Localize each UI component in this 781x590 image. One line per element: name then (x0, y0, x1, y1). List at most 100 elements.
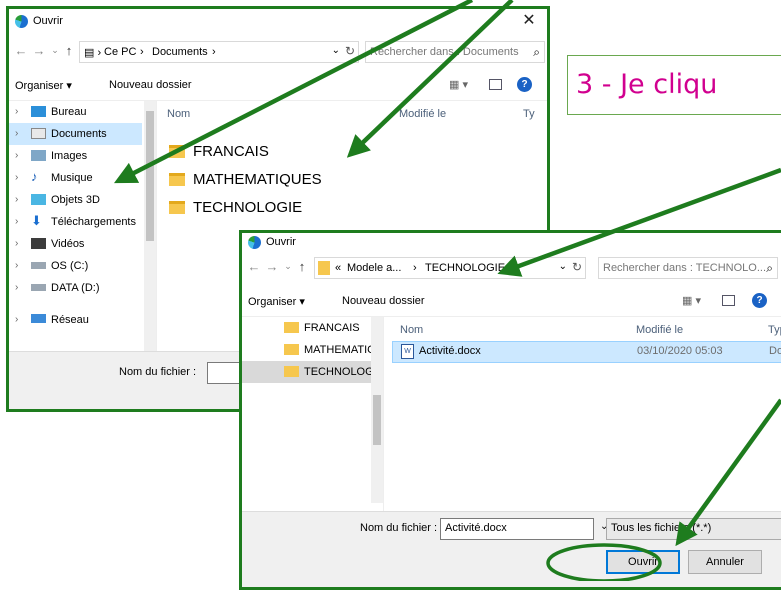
column-name[interactable]: Nom (400, 324, 423, 336)
nav-item-os-c[interactable]: › OS (C:) (9, 255, 142, 277)
expand-chevron-icon[interactable]: › (15, 150, 18, 161)
organize-menu[interactable]: Organiser ▾ (15, 79, 72, 92)
folder-icon (284, 344, 299, 355)
column-type[interactable]: Ty (523, 108, 535, 120)
back-arrow-icon[interactable]: ← (13, 43, 29, 58)
nav-item-videos[interactable]: › Vidéos (9, 233, 142, 255)
nav-item-images[interactable]: › Images (9, 145, 142, 167)
folder-icon (318, 261, 330, 275)
new-folder-button[interactable]: Nouveau dossier (109, 79, 192, 91)
expand-chevron-icon[interactable]: › (15, 194, 18, 205)
breadcrumb-technologie[interactable]: TECHNOLOGIE (425, 262, 505, 274)
breadcrumb-modele[interactable]: Modele a... (347, 262, 401, 274)
folder-name: FRANCAIS (193, 143, 269, 160)
new-folder-button[interactable]: Nouveau dossier (342, 295, 425, 307)
cancel-button[interactable]: Annuler (688, 550, 762, 574)
address-bar[interactable]: « Modele a... › TECHNOLOGIE ⌄ ↻ (314, 257, 586, 279)
file-type-filter[interactable]: Tous les fichiers (*.*) (606, 518, 781, 540)
toolbar: Organiser ▾ Nouveau dossier ▦ ▾ ? (242, 287, 781, 317)
nav-label: MATHEMATIC (304, 344, 376, 356)
scrollbar-thumb[interactable] (373, 395, 381, 445)
file-row[interactable]: W Activité.docx 03/10/2020 05:03 Do (392, 341, 781, 363)
view-options-icon[interactable]: ▦ ▾ (682, 294, 701, 307)
chevron-down-icon[interactable]: ⌄ (332, 45, 340, 56)
expand-chevron-icon[interactable]: › (15, 216, 18, 227)
forward-arrow-icon[interactable]: → (264, 259, 280, 274)
nav-item-telechargements[interactable]: › ⬇ Téléchargements (9, 211, 142, 233)
nav-scrollbar[interactable] (371, 317, 383, 503)
view-options-icon[interactable]: ▦ ▾ (449, 78, 468, 91)
scrollbar-thumb[interactable] (146, 111, 154, 241)
search-placeholder: Rechercher dans : Documents (370, 46, 519, 58)
word-document-icon: W (401, 344, 414, 359)
downloads-icon: ⬇ (31, 213, 42, 228)
forward-arrow-icon[interactable]: → (31, 43, 47, 58)
preview-pane-icon[interactable] (489, 79, 502, 90)
music-icon: ♪ (31, 169, 38, 184)
help-icon[interactable]: ? (517, 77, 532, 92)
column-modified[interactable]: Modifié le (636, 324, 683, 336)
expand-chevron-icon[interactable]: › (15, 314, 18, 325)
address-row: ← → ⌄ ↑ ▤ › Ce PC › Documents › ⌄ ↻ Rech… (9, 39, 547, 65)
folder-row[interactable]: MATHEMATIQUES (169, 171, 419, 193)
back-arrow-icon[interactable]: ← (246, 259, 262, 274)
organize-menu[interactable]: Organiser ▾ (248, 295, 305, 308)
nav-item-mathematiques[interactable]: MATHEMATIC (242, 339, 375, 361)
nav-item-documents[interactable]: › Documents (9, 123, 142, 145)
nav-scrollbar[interactable] (144, 101, 156, 351)
file-modified: 03/10/2020 05:03 (637, 345, 723, 357)
expand-chevron-icon[interactable]: › (15, 260, 18, 271)
dialog-title: Ouvrir (266, 236, 296, 248)
close-icon[interactable]: ✕ (511, 9, 547, 35)
breadcrumb-this-pc[interactable]: Ce PC (104, 46, 136, 58)
folder-name: MATHEMATIQUES (193, 171, 322, 188)
nav-label: Téléchargements (51, 216, 136, 228)
up-arrow-icon[interactable]: ↑ (294, 259, 310, 274)
expand-chevron-icon[interactable]: › (15, 128, 18, 139)
nav-item-bureau[interactable]: › Bureau (9, 101, 142, 123)
instruction-callout: 3 - Je cliqu (567, 55, 781, 115)
column-type[interactable]: Typ (768, 324, 781, 336)
folder-icon (284, 366, 299, 377)
nav-item-objets-3d[interactable]: › Objets 3D (9, 189, 142, 211)
drive-icon (31, 284, 46, 291)
refresh-icon[interactable]: ↻ (345, 44, 355, 58)
search-box[interactable]: Rechercher dans : Documents ⌕ (365, 41, 545, 63)
open-dialog-technologie: Ouvrir ← → ⌄ ↑ « Modele a... › TECHNOLOG… (239, 230, 781, 590)
nav-item-data-d[interactable]: › DATA (D:) (9, 277, 142, 299)
folder-icon (169, 173, 185, 186)
up-arrow-icon[interactable]: ↑ (61, 43, 77, 58)
column-header: Nom Modifié le Typ (398, 321, 781, 341)
breadcrumb-separator: › (140, 46, 144, 58)
column-name[interactable]: Nom (167, 108, 190, 120)
title-bar: Ouvrir ✕ (9, 9, 547, 35)
preview-pane-icon[interactable] (722, 295, 735, 306)
folder-row[interactable]: FRANCAIS (169, 143, 419, 165)
nav-label: Documents (51, 128, 107, 140)
expand-chevron-icon[interactable]: › (15, 172, 18, 183)
search-box[interactable]: Rechercher dans : TECHNOLO... ⌕ (598, 257, 778, 279)
nav-item-musique[interactable]: › ♪ Musique (9, 167, 142, 189)
toolbar: Organiser ▾ Nouveau dossier ▦ ▾ ? (9, 71, 547, 101)
nav-item-francais[interactable]: FRANCAIS (242, 317, 371, 339)
expand-chevron-icon[interactable]: › (15, 238, 18, 249)
address-bar[interactable]: ▤ › Ce PC › Documents › ⌄ ↻ (79, 41, 359, 63)
folder-row[interactable]: TECHNOLOGIE (169, 199, 419, 221)
expand-chevron-icon[interactable]: › (15, 106, 18, 117)
filename-label: Nom du fichier : (360, 522, 438, 534)
help-icon[interactable]: ? (752, 293, 767, 308)
chevron-down-icon[interactable]: ⌄ (559, 261, 567, 272)
title-bar: Ouvrir (242, 233, 781, 253)
breadcrumb-overflow[interactable]: « (335, 262, 341, 274)
column-modified[interactable]: Modifié le (399, 108, 446, 120)
filename-input[interactable]: Activité.docx (440, 518, 594, 540)
open-button[interactable]: Ouvrir (606, 550, 680, 574)
expand-chevron-icon[interactable]: › (15, 282, 18, 293)
nav-item-technologie[interactable]: TECHNOLOG (242, 361, 374, 383)
pictures-icon (31, 150, 46, 161)
refresh-icon[interactable]: ↻ (572, 260, 582, 274)
nav-label: TECHNOLOG (304, 366, 374, 378)
breadcrumb-documents[interactable]: Documents (152, 46, 208, 58)
folder-name: TECHNOLOGIE (193, 199, 303, 216)
nav-item-reseau[interactable]: › Réseau (9, 309, 142, 331)
